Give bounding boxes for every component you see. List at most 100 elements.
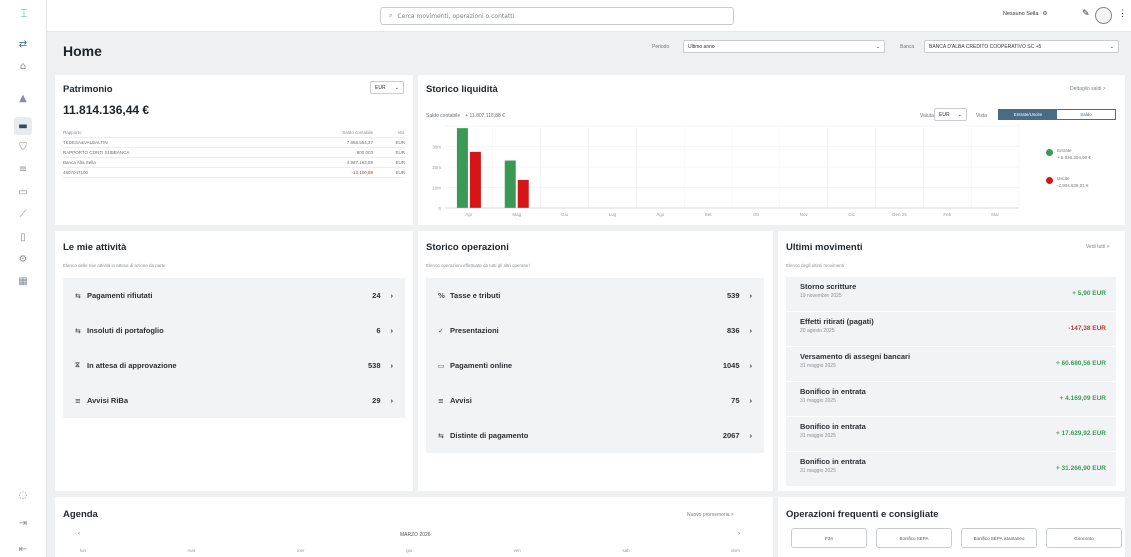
liquidita-title: Storico liquidità: [426, 84, 498, 95]
list-item[interactable]: ⇆ Insoluti di portafoglio 6 ›: [63, 313, 405, 348]
logout-icon[interactable]: ⇥: [14, 514, 32, 532]
table-row[interactable]: Banca Alta Sella 4.987.163,88 EUR: [63, 158, 405, 168]
movimenti-list: Storno scritture 19 novembre 2025 + 5,90 E…: [786, 277, 1116, 487]
bar-uscite: [469, 151, 481, 208]
list-icon[interactable]: ≡: [14, 160, 32, 178]
x-tick-label: Mar: [991, 212, 999, 217]
item-count: 538: [367, 361, 381, 370]
search-input[interactable]: ⌕ Cerca movimenti, operazioni o contatti: [380, 7, 734, 25]
item-count: 539: [726, 291, 740, 300]
currency-select[interactable]: EUR ⌄: [370, 81, 404, 94]
grid-icon[interactable]: ▦: [14, 272, 32, 290]
movement-item[interactable]: Bonifico in entrata 31 maggio 2025 + 31.26…: [786, 452, 1116, 486]
item-icon: ⇆: [75, 291, 81, 300]
row-name: RAPPORTO CONTI SUBBANCA: [63, 150, 130, 155]
movement-amount: + 17.629,92 EUR: [1055, 430, 1106, 437]
home-icon[interactable]: ⌂: [14, 57, 32, 75]
weekday-label: mer: [296, 548, 305, 553]
patrimonio-title: Patrimonio: [63, 84, 113, 95]
item-count: 1045: [722, 361, 740, 370]
valuta-select[interactable]: EUR ⌄: [934, 108, 967, 121]
y-tick-label: 0: [438, 206, 441, 211]
operazioni-list: % Tasse e tributi 539 › ✓ Presentazioni 836 › ▭ P…: [426, 278, 764, 453]
chevron-down-icon: ⌄: [1109, 43, 1114, 50]
chevron-down-icon: ⚙: [1042, 11, 1048, 17]
table-row[interactable]: TEDESA&VALBALTIN 7.868.554,37 EUR: [63, 138, 405, 148]
x-tick-label: Nov: [800, 212, 809, 217]
avatar[interactable]: [1095, 7, 1112, 24]
weekday-label: dom: [731, 548, 740, 553]
chevron-right-icon: ›: [749, 431, 753, 440]
list-item[interactable]: ≡ Avvisi 75 ›: [426, 383, 764, 418]
toggle-entrate-uscite[interactable]: Entrate/Uscite: [999, 110, 1057, 119]
item-label: Tasse e tributi: [450, 291, 501, 300]
collapse-icon[interactable]: ⇤: [14, 540, 32, 557]
prev-month-icon[interactable]: ‹: [78, 531, 80, 537]
bar-uscite: [517, 179, 529, 208]
saldo-contabile: Saldo contabile + 11.807.118,88 €: [426, 113, 505, 119]
list-item[interactable]: ⇆ Distinte di pagamento 2067 ›: [426, 418, 764, 453]
item-count: 75: [731, 396, 740, 405]
shield-icon[interactable]: ⛉: [14, 138, 32, 156]
megaphone-icon[interactable]: ✎: [1082, 9, 1090, 19]
toggle-saldo[interactable]: Saldo: [1057, 110, 1115, 119]
upload-icon[interactable]: ▲: [14, 89, 32, 107]
list-item[interactable]: ⧖ In attesa di approvazione 538 ›: [63, 348, 405, 383]
period-select[interactable]: Ultimo anno ⌄: [683, 40, 885, 53]
valuta-label: Valuta: [920, 113, 934, 119]
movement-item[interactable]: Versamento di assegni bancari 31 maggio 2…: [786, 347, 1116, 381]
agenda-days: lun mar mer gio ven sab dom: [80, 548, 740, 553]
frequent-op-button[interactable]: Giroconto: [1046, 528, 1122, 548]
weekday-label: sab: [622, 548, 630, 553]
liquidita-chart: 30m 20m 10m 0 Apr Mag Giu Lug Ago Set Ott Nov Dic Gen…: [432, 125, 1020, 217]
x-tick-label: Feb: [943, 212, 951, 217]
y-tick-label: 10m: [432, 186, 441, 191]
legend-dot: [1046, 149, 1053, 156]
movement-item[interactable]: Bonifico in entrata 31 maggio 2025 + 17.62…: [786, 417, 1116, 451]
help-icon[interactable]: ◌: [14, 486, 32, 504]
row-amount: -13.100,88: [351, 170, 373, 175]
dettaglio-saldi-link[interactable]: Dettaglio saldi >: [1070, 86, 1106, 92]
list-item[interactable]: % Tasse e tributi 539 ›: [426, 278, 764, 313]
item-count: 836: [726, 326, 740, 335]
x-tick-label: Set: [705, 212, 713, 217]
table-row[interactable]: RAPPORTO CONTI SUBBANCA 800.003 EUR: [63, 148, 405, 158]
row-name: Banca Alta Sella: [63, 160, 96, 165]
document-icon[interactable]: ▯: [14, 228, 32, 246]
list-item[interactable]: ⇆ Pagamenti rifiutati 24 ›: [63, 278, 405, 313]
list-item[interactable]: ≡ Avvisi RiBa 29 ›: [63, 383, 405, 418]
item-icon: %: [438, 291, 446, 300]
chevron-down-icon: ⌄: [394, 84, 399, 91]
transfer-icon[interactable]: ⇄: [14, 35, 32, 53]
item-icon: ⇆: [75, 326, 81, 335]
app-logo[interactable]: ⌶: [13, 6, 35, 20]
bank-value: BANCA D'ALBA CREDITO COOPERATIVO SC +5: [929, 43, 1042, 50]
item-icon: ⇆: [438, 431, 444, 440]
nuovo-promemoria-link[interactable]: Nuovo promemoria >: [687, 512, 734, 518]
movement-item[interactable]: Bonifico in entrata 31 maggio 2025 + 4.169…: [786, 382, 1116, 416]
movement-item[interactable]: Storno scritture 19 novembre 2025 + 5,90 E…: [786, 277, 1116, 311]
table-row[interactable]: 4807047100 -13.100,88 EUR: [63, 168, 405, 178]
user-menu[interactable]: Nessuno Sella ⚙: [1003, 11, 1047, 17]
legend-text: Uscite -2.904.828,01 €: [1057, 175, 1089, 189]
legend-value: + 5.036.304,90 €: [1057, 155, 1091, 160]
list-item[interactable]: ✓ Presentazioni 836 ›: [426, 313, 764, 348]
calendar-icon[interactable]: ▭: [14, 183, 32, 201]
user-name: Nessuno Sella: [1003, 11, 1039, 17]
movement-title: Bonifico in entrata: [800, 387, 866, 396]
list-item[interactable]: ▭ Pagamenti online 1045 ›: [426, 348, 764, 383]
x-tick-label: Mag: [512, 212, 521, 217]
bank-select[interactable]: BANCA D'ALBA CREDITO COOPERATIVO SC +5 ⌄: [924, 40, 1119, 53]
frequent-op-button[interactable]: Bonifico SEPA istantaneo: [961, 528, 1037, 548]
chart-line-icon[interactable]: ⟋: [14, 205, 32, 223]
gear-icon[interactable]: ⚙: [14, 250, 32, 268]
vista-label: Vista: [976, 113, 988, 119]
wallet-icon[interactable]: ▬: [14, 117, 32, 135]
next-month-icon[interactable]: ›: [738, 531, 740, 537]
vedi-tutti-link[interactable]: Vedi tutti >: [1086, 244, 1110, 250]
more-icon[interactable]: ⋮: [1118, 8, 1127, 19]
frequent-op-button[interactable]: F24: [791, 528, 867, 548]
frequent-op-button[interactable]: Bonifico SEPA: [876, 528, 952, 548]
movement-item[interactable]: Effetti ritirati (pagati) 20 agosto 2025 -…: [786, 312, 1116, 346]
saldo-value: + 11.807.118,88 €: [465, 113, 505, 119]
